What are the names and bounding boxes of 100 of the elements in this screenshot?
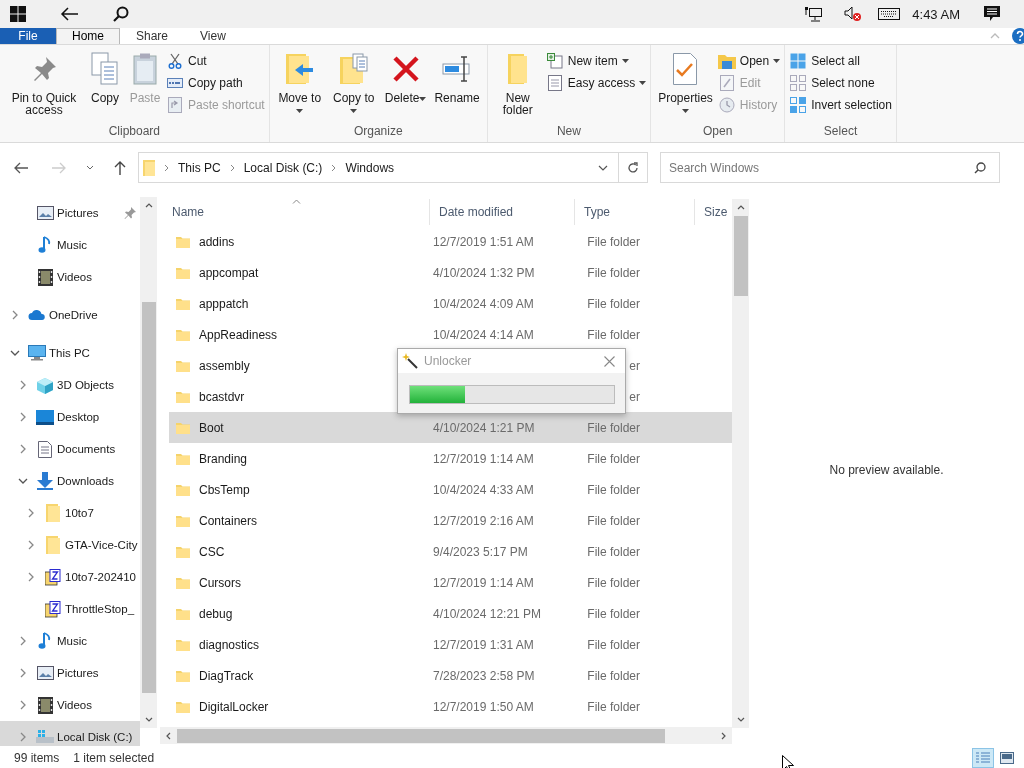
ribbon-button[interactable]: Cut <box>166 53 265 69</box>
file-name[interactable]: assembly <box>199 358 250 373</box>
ribbon-button[interactable]: New folder <box>491 51 544 116</box>
ribbon-tab[interactable]: Home <box>56 28 120 44</box>
scrollbar[interactable] <box>160 727 732 744</box>
chevron-right-icon[interactable] <box>18 412 28 422</box>
nav-item[interactable]: Videos <box>0 261 140 293</box>
chevron-right-icon[interactable] <box>26 572 36 582</box>
nav-item[interactable]: Music <box>0 229 140 261</box>
file-name[interactable]: DiagTrack <box>199 668 254 683</box>
chevron-right-icon[interactable] <box>18 380 28 390</box>
chevron-right-icon[interactable] <box>164 163 170 172</box>
nav-item[interactable]: OneDrive <box>0 299 140 331</box>
file-name[interactable]: debug <box>199 606 233 621</box>
collapse-ribbon-icon[interactable] <box>990 33 1000 39</box>
file-name[interactable]: Branding <box>199 451 248 466</box>
nav-item[interactable]: Pictures <box>0 197 140 229</box>
windows-logo-icon[interactable] <box>10 6 26 22</box>
nav-item[interactable]: Desktop <box>0 401 140 433</box>
chevron-right-icon[interactable] <box>18 668 28 678</box>
scroll-right-icon[interactable] <box>721 731 726 740</box>
scroll-thumb[interactable] <box>733 216 748 296</box>
ribbon-button[interactable]: Copy <box>86 51 124 104</box>
file-name[interactable]: DigitalLocker <box>199 699 269 714</box>
scroll-up-icon[interactable] <box>144 203 153 208</box>
scrollbar[interactable] <box>140 197 157 728</box>
nav-item[interactable]: GTA-Vice-City <box>0 529 140 561</box>
pin-icon[interactable] <box>124 207 136 219</box>
clock-time[interactable]: 4:43 AM <box>912 6 960 22</box>
chevron-right-icon[interactable] <box>331 163 338 172</box>
nav-item[interactable]: Local Disk (C:) <box>0 721 140 746</box>
file-name[interactable]: Boot <box>199 420 224 435</box>
chevron-right-icon[interactable] <box>10 310 20 320</box>
ribbon-button[interactable]: Copy to <box>327 51 380 116</box>
muted-speaker-icon[interactable] <box>844 6 863 22</box>
close-icon[interactable] <box>604 355 615 367</box>
nav-item[interactable]: Videos <box>0 689 140 721</box>
file-tab[interactable]: File <box>0 28 56 44</box>
scroll-thumb[interactable] <box>177 728 665 743</box>
chevron-right-icon[interactable] <box>229 163 236 172</box>
chevron-right-icon[interactable] <box>18 636 28 646</box>
search-icon[interactable] <box>974 162 986 174</box>
search-icon[interactable] <box>113 6 129 22</box>
recent-locations-icon[interactable] <box>86 165 94 170</box>
nav-item[interactable]: Downloads <box>0 465 140 497</box>
breadcrumb[interactable]: Windows <box>345 160 395 175</box>
nav-item[interactable]: 10to7-202410 <box>0 561 140 593</box>
scrollbar[interactable] <box>732 199 749 728</box>
keyboard-icon[interactable] <box>878 8 901 20</box>
chevron-right-icon[interactable] <box>18 444 28 454</box>
file-name[interactable]: apppatch <box>199 296 249 311</box>
column-header[interactable]: Type <box>575 199 695 225</box>
address-bar[interactable]: This PC Local Disk (C:) Windows <box>138 152 648 183</box>
chevron-right-icon[interactable] <box>18 700 28 710</box>
network-icon[interactable] <box>805 6 823 22</box>
nav-item[interactable]: This PC <box>0 337 140 369</box>
nav-item[interactable]: Documents <box>0 433 140 465</box>
nav-item[interactable]: ThrottleStop_ <box>0 593 140 625</box>
ribbon-button[interactable]: Pin to Quick access <box>4 51 84 116</box>
chevron-right-icon[interactable] <box>18 732 28 742</box>
file-name[interactable]: Cursors <box>199 575 241 590</box>
back-arrow-icon[interactable] <box>14 161 28 174</box>
file-name[interactable]: addins <box>199 234 235 249</box>
breadcrumb[interactable]: Local Disk (C:) <box>243 160 323 175</box>
chevron-down-icon[interactable] <box>18 476 28 486</box>
search-field[interactable]: Search Windows <box>660 152 1000 183</box>
nav-item[interactable]: Pictures <box>0 657 140 689</box>
ribbon-button[interactable]: Open <box>717 53 781 69</box>
ribbon-tab[interactable]: View <box>184 28 242 44</box>
file-name[interactable]: CSC <box>199 544 225 559</box>
chevron-down-icon[interactable] <box>10 348 20 358</box>
file-name[interactable]: CbsTemp <box>199 482 250 497</box>
ribbon-button[interactable]: Delete <box>381 51 430 104</box>
chevron-right-icon[interactable] <box>26 540 36 550</box>
ribbon-button[interactable]: Invert selection <box>789 97 892 113</box>
back-arrow-icon[interactable] <box>60 7 78 21</box>
file-name[interactable]: Containers <box>199 513 258 528</box>
nav-item[interactable]: 10to7 <box>0 497 140 529</box>
ribbon-button[interactable]: New item <box>545 53 647 69</box>
file-name[interactable]: bcastdvr <box>199 389 245 404</box>
ribbon-button[interactable]: Copy path <box>166 75 265 91</box>
up-arrow-icon[interactable] <box>114 160 126 175</box>
ribbon-button[interactable]: Select none <box>789 75 892 91</box>
scroll-down-icon[interactable] <box>736 717 745 722</box>
ribbon-button[interactable]: Move to <box>273 51 326 116</box>
ribbon-button[interactable]: Properties <box>655 51 716 116</box>
notification-icon[interactable] <box>984 6 1000 22</box>
ribbon-button[interactable]: Select all <box>789 53 892 69</box>
dropdown-icon[interactable] <box>598 164 608 171</box>
file-name[interactable]: diagnostics <box>199 637 260 652</box>
column-header[interactable]: Size <box>695 199 732 225</box>
file-name[interactable]: AppReadiness <box>199 327 278 342</box>
ribbon-button[interactable]: Rename <box>431 51 483 104</box>
breadcrumb[interactable]: This PC <box>178 160 221 175</box>
nav-item[interactable]: 3D Objects <box>0 369 140 401</box>
chevron-right-icon[interactable] <box>26 508 36 518</box>
scroll-thumb[interactable] <box>141 302 156 693</box>
file-name[interactable]: appcompat <box>199 265 259 280</box>
scroll-up-icon[interactable] <box>736 205 745 210</box>
nav-item[interactable]: Music <box>0 625 140 657</box>
